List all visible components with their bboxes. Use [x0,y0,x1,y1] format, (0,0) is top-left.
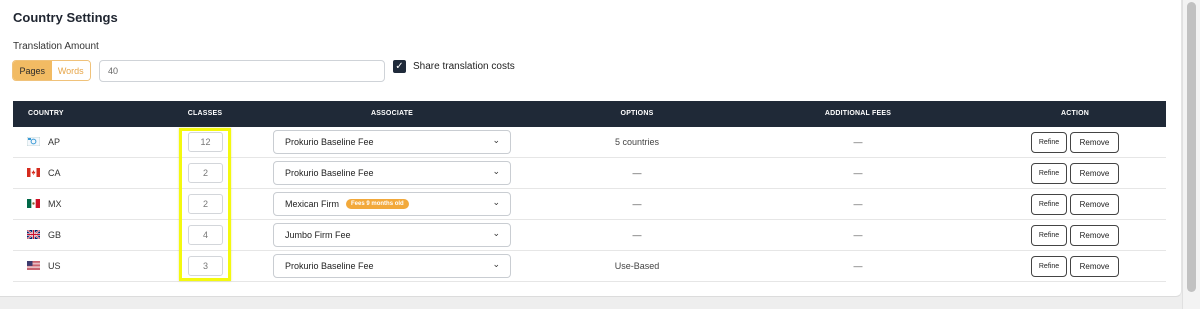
us-flag-icon [27,261,40,270]
page-title: Country Settings [13,10,118,25]
classes-input[interactable]: 2 [188,163,223,183]
mexico-flag-icon [27,199,40,208]
classes-input[interactable]: 4 [188,225,223,245]
ap-flag-icon [27,137,40,146]
country-code: AP [48,137,61,147]
table-row: CA 2 Prokurio Baseline Fee ⌄ — — Refine … [13,158,1166,189]
share-checkbox[interactable]: ✓ [393,60,406,73]
associate-value: Prokurio Baseline Fee [285,168,374,178]
additional-fees-value: — [853,230,863,240]
header-options: OPTIONS [620,110,654,117]
options-value: — [632,199,642,209]
pages-option[interactable]: Pages [13,61,52,80]
additional-fees-value: — [853,199,863,209]
options-value: — [632,168,642,178]
associate-value: Mexican Firm [285,199,340,209]
remove-button[interactable]: Remove [1070,256,1119,277]
country-code: MX [48,199,62,209]
associate-select[interactable]: Mexican Firm Fees 9 months old ⌄ [273,192,511,216]
remove-button[interactable]: Remove [1070,132,1119,153]
words-option[interactable]: Words [51,61,90,80]
options-value: Use-Based [614,261,660,271]
country-settings-card: Country Settings Translation Amount Page… [0,0,1182,297]
options-value: — [632,230,642,240]
header-classes: CLASSES [187,110,223,117]
header-associate: ASSOCIATE [370,110,414,117]
translation-amount-input[interactable]: 40 [99,60,385,82]
header-action: ACTION [1060,110,1090,117]
chevron-down-icon: ⌄ [492,229,500,239]
additional-fees-value: — [853,168,863,178]
country-code: US [48,261,61,271]
remove-button[interactable]: Remove [1070,194,1119,215]
country-code: GB [48,230,62,240]
additional-fees-value: — [853,137,863,147]
table-row: GB 4 Jumbo Firm Fee ⌄ — — Refine Remove [13,220,1166,251]
classes-input[interactable]: 12 [188,132,223,152]
associate-value: Jumbo Firm Fee [285,230,351,240]
refine-button[interactable]: Refine [1031,163,1067,184]
associate-value: Prokurio Baseline Fee [285,261,374,271]
uk-flag-icon [27,230,40,239]
refine-button[interactable]: Refine [1031,194,1067,215]
refine-button[interactable]: Refine [1031,256,1067,277]
country-code: CA [48,168,61,178]
associate-select[interactable]: Prokurio Baseline Fee ⌄ [273,161,511,185]
header-additional-fees: ADDITIONAL FEES [824,110,892,117]
refine-button[interactable]: Refine [1031,225,1067,246]
options-value[interactable]: 5 countries [615,137,659,147]
fees-age-badge: Fees 9 months old [346,199,409,209]
chevron-down-icon: ⌄ [492,198,500,208]
classes-input[interactable]: 2 [188,194,223,214]
translation-amount-label: Translation Amount [13,41,99,52]
header-country: COUNTRY [28,110,64,117]
refine-button[interactable]: Refine [1031,132,1067,153]
vertical-scrollbar[interactable] [1182,0,1200,309]
share-translation-costs[interactable]: ✓ Share translation costs [393,60,515,73]
classes-input[interactable]: 3 [188,256,223,276]
chevron-down-icon: ⌄ [492,167,500,177]
chevron-down-icon: ⌄ [492,260,500,270]
additional-fees-value: — [853,261,863,271]
remove-button[interactable]: Remove [1070,225,1119,246]
associate-select[interactable]: Prokurio Baseline Fee ⌄ [273,254,511,278]
table-row: AP 12 Prokurio Baseline Fee ⌄ 5 countrie… [13,127,1166,158]
associate-select[interactable]: Jumbo Firm Fee ⌄ [273,223,511,247]
chevron-down-icon: ⌄ [492,136,500,146]
scrollbar-thumb[interactable] [1187,2,1196,292]
remove-button[interactable]: Remove [1070,163,1119,184]
table-row: US 3 Prokurio Baseline Fee ⌄ Use-Based —… [13,251,1166,282]
associate-select[interactable]: Prokurio Baseline Fee ⌄ [273,130,511,154]
table-header: COUNTRY CLASSES ASSOCIATE OPTIONS ADDITI… [13,101,1166,127]
table-row: MX 2 Mexican Firm Fees 9 months old ⌄ — … [13,189,1166,220]
associate-value: Prokurio Baseline Fee [285,137,374,147]
unit-toggle: Pages Words [12,60,91,81]
canada-flag-icon [27,168,40,177]
share-label: Share translation costs [413,61,515,72]
